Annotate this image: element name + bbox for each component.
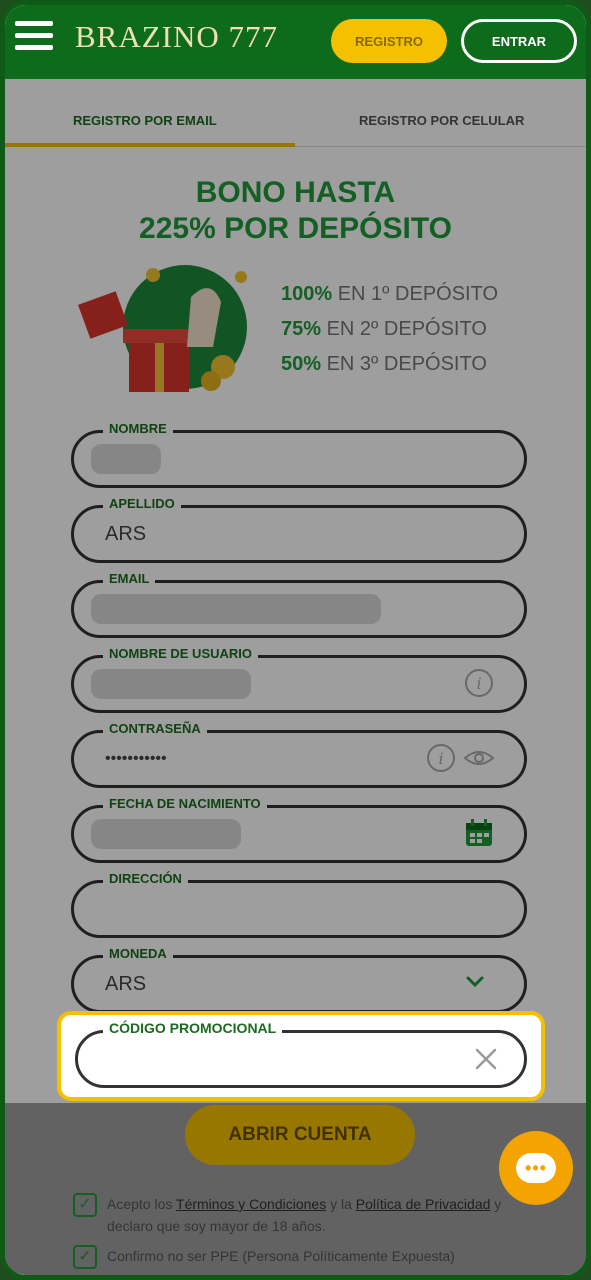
login-button[interactable]: ENTRAR	[461, 19, 577, 63]
app-frame: BRAZINO 777 REGISTRO ENTRAR REGISTRO POR…	[0, 0, 591, 1280]
register-button[interactable]: REGISTRO	[331, 19, 447, 63]
promo-code-field[interactable]: CÓDIGO PROMOCIONAL	[75, 1020, 527, 1088]
menu-icon[interactable]	[15, 21, 53, 55]
chat-button[interactable]: •••	[499, 1131, 573, 1205]
promo-code-input[interactable]	[103, 1044, 443, 1074]
bottom-dim-overlay	[5, 1103, 586, 1275]
chat-icon: •••	[516, 1153, 556, 1183]
promo-code-label: CÓDIGO PROMOCIONAL	[103, 1020, 283, 1036]
promo-code-highlight: CÓDIGO PROMOCIONAL	[57, 1011, 545, 1101]
brand-logo[interactable]: BRAZINO 777	[75, 19, 278, 55]
close-icon[interactable]	[473, 1046, 499, 1072]
top-header: BRAZINO 777 REGISTRO ENTRAR	[5, 5, 586, 79]
